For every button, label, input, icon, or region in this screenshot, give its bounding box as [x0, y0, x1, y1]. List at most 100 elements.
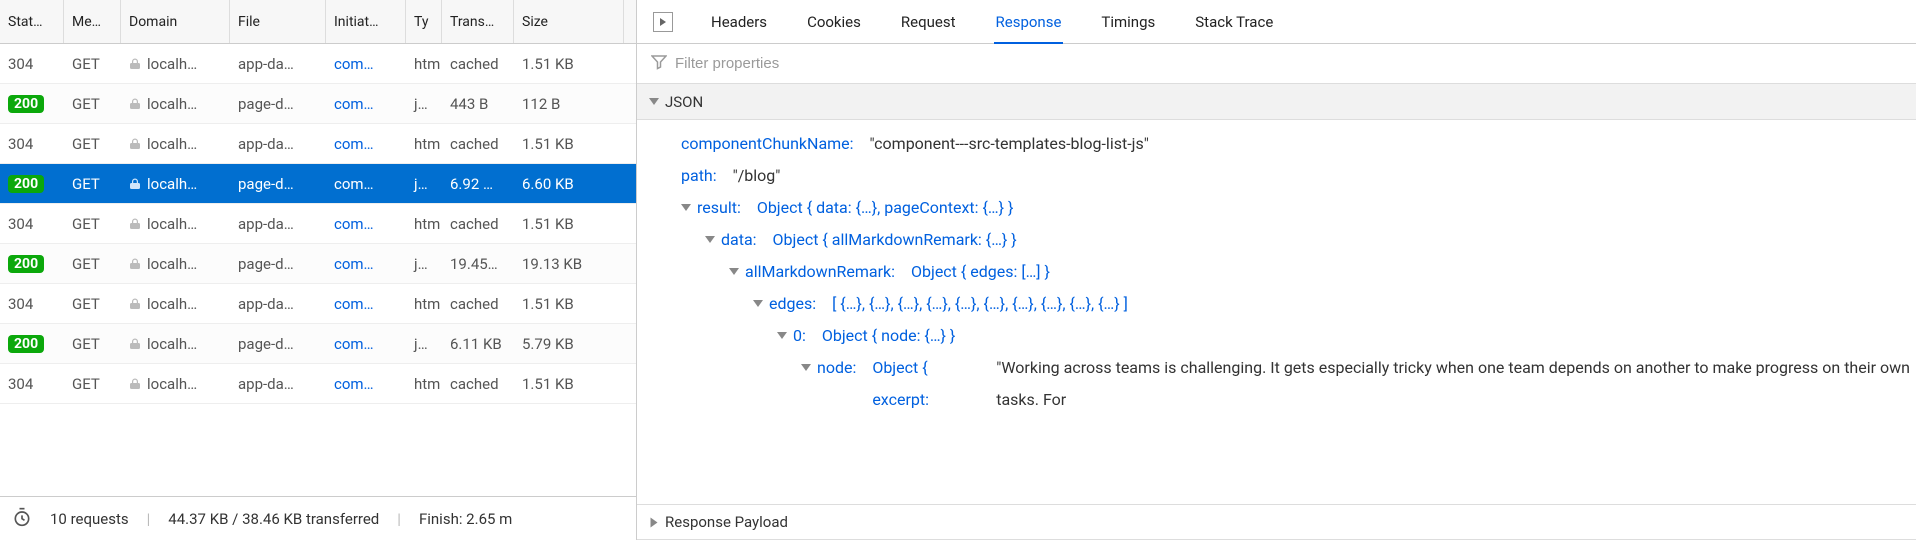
json-row[interactable]: result: Object { data: {…}, pageContext:… [681, 192, 1916, 224]
col-header-method[interactable]: Me… [64, 0, 121, 43]
method-cell: GET [64, 295, 121, 313]
col-header-type[interactable]: Ty [406, 0, 442, 43]
table-header-row: Stat… Me… Domain File Initiat… Ty Trans…… [0, 0, 636, 44]
lock-icon [129, 138, 143, 150]
chevron-down-icon [681, 204, 691, 211]
chevron-down-icon [729, 268, 739, 275]
json-row[interactable]: 0: Object { node: {…} } [681, 320, 1916, 352]
table-row[interactable]: 304GETlocalh…app-da…com…htmcached1.51 KB [0, 124, 636, 164]
json-row[interactable]: data: Object { allMarkdownRemark: {…} } [681, 224, 1916, 256]
status-text: 304 [8, 215, 33, 233]
type-cell: htm [406, 295, 442, 313]
json-row[interactable]: edges: [ {…}, {…}, {…}, {…}, {…}, {…}, {… [681, 288, 1916, 320]
file-cell: app-da… [230, 375, 326, 393]
type-cell: j… [406, 255, 442, 273]
size-cell: 6.60 KB [514, 175, 624, 193]
filter-input[interactable] [675, 55, 1902, 72]
domain-cell: localh… [147, 295, 197, 313]
table-row[interactable]: 304GETlocalh…app-da…com…htmcached1.51 KB [0, 44, 636, 84]
table-row[interactable]: 200GETlocalh…page-d…com…j…6.92 …6.60 KB [0, 164, 636, 204]
transferred-cell: 6.92 … [442, 175, 514, 193]
chevron-down-icon [753, 300, 763, 307]
initiator-link[interactable]: com… [334, 295, 374, 313]
initiator-link[interactable]: com… [334, 215, 374, 233]
tab-headers[interactable]: Headers [709, 13, 769, 31]
domain-cell: localh… [147, 175, 197, 193]
domain-cell: localh… [147, 55, 197, 73]
initiator-link[interactable]: com… [334, 255, 374, 273]
details-tabs: Headers Cookies Request Response Timings… [637, 0, 1916, 44]
status-badge: 200 [8, 335, 44, 353]
col-header-status[interactable]: Stat… [0, 0, 64, 43]
col-header-file[interactable]: File [230, 0, 326, 43]
json-row[interactable]: path: "/blog" [681, 160, 1916, 192]
table-row[interactable]: 304GETlocalh…app-da…com…htmcached1.51 KB [0, 284, 636, 324]
initiator-link[interactable]: com… [334, 375, 374, 393]
method-cell: GET [64, 95, 121, 113]
file-cell: page-d… [230, 255, 326, 273]
section-payload-header[interactable]: Response Payload [637, 504, 1916, 540]
transferred-cell: cached [442, 295, 514, 313]
domain-cell: localh… [147, 95, 197, 113]
initiator-link[interactable]: com… [334, 55, 374, 73]
section-payload-label: Response Payload [665, 513, 788, 531]
tab-timings[interactable]: Timings [1099, 13, 1157, 31]
file-cell: page-d… [230, 175, 326, 193]
section-json-header[interactable]: JSON [637, 84, 1916, 120]
domain-cell: localh… [147, 335, 197, 353]
table-row[interactable]: 200GETlocalh…page-d…com…j…443 B112 B [0, 84, 636, 124]
requests-count: 10 requests [50, 510, 129, 528]
size-cell: 1.51 KB [514, 55, 624, 73]
status-bar: 10 requests | 44.37 KB / 38.46 KB transf… [0, 496, 636, 540]
json-row[interactable]: componentChunkName: "component---src-tem… [681, 128, 1916, 160]
request-list-panel: Stat… Me… Domain File Initiat… Ty Trans…… [0, 0, 637, 540]
transferred-cell: 19.45… [442, 255, 514, 273]
initiator-link[interactable]: com… [334, 335, 374, 353]
file-cell: page-d… [230, 95, 326, 113]
lock-icon [129, 338, 143, 350]
initiator-link[interactable]: com… [334, 175, 374, 193]
chevron-right-icon [651, 517, 658, 527]
lock-icon [129, 58, 143, 70]
tab-cookies[interactable]: Cookies [805, 13, 863, 31]
file-cell: app-da… [230, 55, 326, 73]
initiator-link[interactable]: com… [334, 135, 374, 153]
chevron-down-icon [705, 236, 715, 243]
table-row[interactable]: 200GETlocalh…page-d…com…j…19.45…19.13 KB [0, 244, 636, 284]
status-badge: 200 [8, 175, 44, 193]
col-header-domain[interactable]: Domain [121, 0, 230, 43]
method-cell: GET [64, 135, 121, 153]
table-row[interactable]: 304GETlocalh…app-da…com…htmcached1.51 KB [0, 364, 636, 404]
lock-icon [129, 298, 143, 310]
col-header-transferred[interactable]: Trans… [442, 0, 514, 43]
file-cell: app-da… [230, 295, 326, 313]
json-row[interactable]: allMarkdownRemark: Object { edges: […] } [681, 256, 1916, 288]
table-row[interactable]: 304GETlocalh…app-da…com…htmcached1.51 KB [0, 204, 636, 244]
domain-cell: localh… [147, 135, 197, 153]
initiator-link[interactable]: com… [334, 95, 374, 113]
lock-icon [129, 218, 143, 230]
table-row[interactable]: 200GETlocalh…page-d…com…j…6.11 KB5.79 KB [0, 324, 636, 364]
transferred-cell: cached [442, 215, 514, 233]
col-header-initiator[interactable]: Initiat… [326, 0, 406, 43]
status-badge: 200 [8, 255, 44, 273]
json-row[interactable]: node: Object { excerpt: "Working across … [681, 352, 1916, 416]
lock-icon [129, 178, 143, 190]
method-cell: GET [64, 175, 121, 193]
size-cell: 19.13 KB [514, 255, 624, 273]
tab-request[interactable]: Request [899, 13, 958, 31]
chevron-down-icon [801, 364, 811, 371]
tab-stack-trace[interactable]: Stack Trace [1193, 13, 1275, 31]
size-cell: 1.51 KB [514, 375, 624, 393]
filter-row [637, 44, 1916, 84]
lock-icon [129, 378, 143, 390]
transferred-cell: 6.11 KB [442, 335, 514, 353]
col-header-size[interactable]: Size [514, 0, 624, 43]
size-cell: 5.79 KB [514, 335, 624, 353]
chevron-down-icon [777, 332, 787, 339]
transfer-size: 44.37 KB / 38.46 KB transferred [168, 510, 379, 528]
transferred-cell: 443 B [442, 95, 514, 113]
toggle-raw-icon[interactable] [653, 12, 673, 32]
method-cell: GET [64, 255, 121, 273]
tab-response[interactable]: Response [994, 0, 1064, 44]
